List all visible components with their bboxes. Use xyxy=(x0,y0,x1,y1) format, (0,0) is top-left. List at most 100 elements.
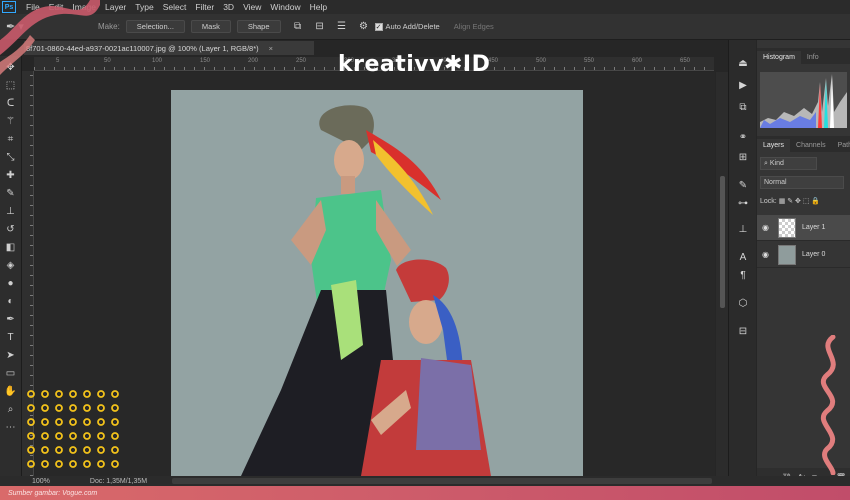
make-shape-button[interactable]: Shape xyxy=(236,20,281,33)
magic-wand-tool-icon[interactable]: ⚚ xyxy=(2,114,19,129)
character-panel-icon[interactable]: A xyxy=(735,250,751,264)
tools-panel: ✥ ⬚ ᑕ ⚚ ⌗ ⤡ ✚ ✎ ⊥ ↺ ◧ ◈ ● ◐ ✒ T ➤ ▭ ✋ ⌕ … xyxy=(0,56,22,500)
brush-tool-icon[interactable]: ✎ xyxy=(2,186,19,201)
type-tool-icon[interactable]: T xyxy=(2,330,19,345)
tab-layers[interactable]: Layers xyxy=(757,139,791,152)
3d-panel-icon[interactable]: ⬡ xyxy=(735,296,751,310)
gear-icon[interactable]: ⚙ xyxy=(358,21,370,33)
adjustments-icon[interactable]: ⚭ xyxy=(735,130,751,144)
neck-1 xyxy=(341,176,355,194)
ruler-mark: 600 xyxy=(632,58,643,64)
layer-kind-filter[interactable]: ⌕ Kind xyxy=(760,157,817,170)
align-edges-label: Align Edges xyxy=(453,22,494,31)
clone-source-icon[interactable]: ⊥ xyxy=(735,222,751,236)
menu-select[interactable]: Select xyxy=(163,2,187,12)
make-mask-button[interactable]: Mask xyxy=(190,20,231,33)
options-bar: ✒ ▾ Make: Selection... Mask Shape ⧉ ⊟ ☰ … xyxy=(0,14,850,40)
ruler-mark: 650 xyxy=(680,58,691,64)
paragraph-panel-icon[interactable]: ¶ xyxy=(735,268,751,282)
more-tools-icon[interactable]: ⋯ xyxy=(2,420,19,435)
decorative-squiggle-shape xyxy=(820,335,836,475)
history-panel-icon[interactable]: ⏏ xyxy=(735,56,751,70)
paint-bucket-tool-icon[interactable]: ◈ xyxy=(2,258,19,273)
floral-top-2 xyxy=(416,358,481,450)
zoom-level[interactable]: 100% xyxy=(32,478,50,485)
menu-type[interactable]: Type xyxy=(135,2,153,12)
menu-window[interactable]: Window xyxy=(270,2,300,12)
menu-bar: Ps File Edit Image Layer Type Select Fil… xyxy=(0,0,850,14)
blend-mode-select[interactable]: Normal xyxy=(760,176,844,189)
brush-panel-icon[interactable]: ✎ xyxy=(735,178,751,192)
path-arrangement-icon[interactable]: ☰ xyxy=(336,21,348,33)
path-operations-icon[interactable]: ⧉ xyxy=(292,21,304,33)
ruler-mark: 550 xyxy=(584,58,595,64)
vertical-scrollbar-thumb[interactable] xyxy=(720,176,725,308)
lock-label: Lock: xyxy=(760,198,777,205)
actions-play-icon[interactable]: ▶ xyxy=(735,78,751,92)
layer-name: Layer 0 xyxy=(802,251,826,258)
horizontal-scrollbar[interactable] xyxy=(172,478,712,484)
fashion-models-photo xyxy=(241,105,491,476)
decorative-dot-grid xyxy=(27,390,119,468)
layer-thumbnail-transparent xyxy=(778,217,796,238)
path-alignment-icon[interactable]: ⊟ xyxy=(314,21,326,33)
decorative-wave-shape xyxy=(0,0,100,75)
swatches-grid-icon[interactable]: ⊞ xyxy=(735,150,751,164)
image-source-footer: Sumber gambar: Vogue.com xyxy=(0,486,850,500)
path-selection-tool-icon[interactable]: ➤ xyxy=(2,348,19,363)
menu-help[interactable]: Help xyxy=(310,2,327,12)
histogram-tab-row: Histogram Info xyxy=(757,48,850,64)
ruler-mark: 100 xyxy=(152,58,163,64)
menu-3d[interactable]: 3D xyxy=(223,2,234,12)
tab-paths[interactable]: Paths xyxy=(832,142,850,152)
layer-name: Layer 1 xyxy=(802,224,826,231)
headscarf-2 xyxy=(396,259,449,302)
eraser-tool-icon[interactable]: ◧ xyxy=(2,240,19,255)
document-size: Doc: 1,35M/1,35M xyxy=(89,477,148,485)
brand-logo: kreativv✱ID xyxy=(338,52,491,77)
dodge-tool-icon[interactable]: ◐ xyxy=(2,294,19,309)
lasso-tool-icon[interactable]: ᑕ xyxy=(2,96,19,111)
scarf-tail-1 xyxy=(366,130,441,200)
layer-row-layer-1[interactable]: ◉ Layer 1 xyxy=(757,215,850,241)
auto-add-delete-label: Auto Add/Delete xyxy=(385,22,440,31)
close-icon[interactable]: × xyxy=(269,44,273,53)
layers-tab-row: Layers Channels Paths xyxy=(757,136,850,152)
panel-icon-strip: ⏏ ▶ ⧉ ⚭ ⊞ ✎ ⊶ ⊥ A ¶ ⬡ ⊟ xyxy=(728,40,756,486)
ruler-mark: 500 xyxy=(536,58,547,64)
brush-settings-icon[interactable]: ⊶ xyxy=(735,196,751,210)
ruler-mark: 200 xyxy=(248,58,259,64)
eye-icon[interactable]: ◉ xyxy=(762,223,774,232)
rectangle-tool-icon[interactable]: ▭ xyxy=(2,366,19,381)
tab-info[interactable]: Info xyxy=(801,54,825,64)
lock-icons[interactable]: ▦ ✎ ✥ ⬚ 🔒 xyxy=(779,198,820,205)
menu-view[interactable]: View xyxy=(243,2,261,12)
clone-stamp-tool-icon[interactable]: ⊥ xyxy=(2,204,19,219)
photo-canvas[interactable] xyxy=(171,90,583,476)
tab-channels[interactable]: Channels xyxy=(790,142,832,152)
ruler-mark: 250 xyxy=(296,58,307,64)
eyedropper-tool-icon[interactable]: ⤡ xyxy=(2,150,19,165)
ruler-mark: 150 xyxy=(200,58,211,64)
image-source-caption: Sumber gambar: Vogue.com xyxy=(8,489,98,497)
hand-tool-icon[interactable]: ✋ xyxy=(2,384,19,399)
zoom-tool-icon[interactable]: ⌕ xyxy=(2,402,19,417)
make-selection-button[interactable]: Selection... xyxy=(125,20,185,33)
layer-thumbnail-photo xyxy=(778,244,796,265)
layer-row-layer-0[interactable]: ◉ Layer 0 xyxy=(757,242,850,268)
pen-tool-icon[interactable]: ✒ xyxy=(2,312,19,327)
properties-panel-icon[interactable]: ⊟ xyxy=(735,324,751,338)
face-1 xyxy=(334,140,364,180)
histogram-graph xyxy=(760,72,847,128)
layer-comps-icon[interactable]: ⧉ xyxy=(735,100,751,114)
blur-tool-icon[interactable]: ● xyxy=(2,276,19,291)
eye-icon[interactable]: ◉ xyxy=(762,250,774,259)
crop-tool-icon[interactable]: ⌗ xyxy=(2,132,19,147)
kind-filter-label: Kind xyxy=(769,160,784,167)
healing-brush-tool-icon[interactable]: ✚ xyxy=(2,168,19,183)
blend-mode-value: Normal xyxy=(764,179,787,186)
history-brush-tool-icon[interactable]: ↺ xyxy=(2,222,19,237)
auto-add-delete-checkbox[interactable]: ✓ xyxy=(374,22,383,31)
menu-filter[interactable]: Filter xyxy=(195,2,214,12)
tab-histogram[interactable]: Histogram xyxy=(757,51,801,64)
